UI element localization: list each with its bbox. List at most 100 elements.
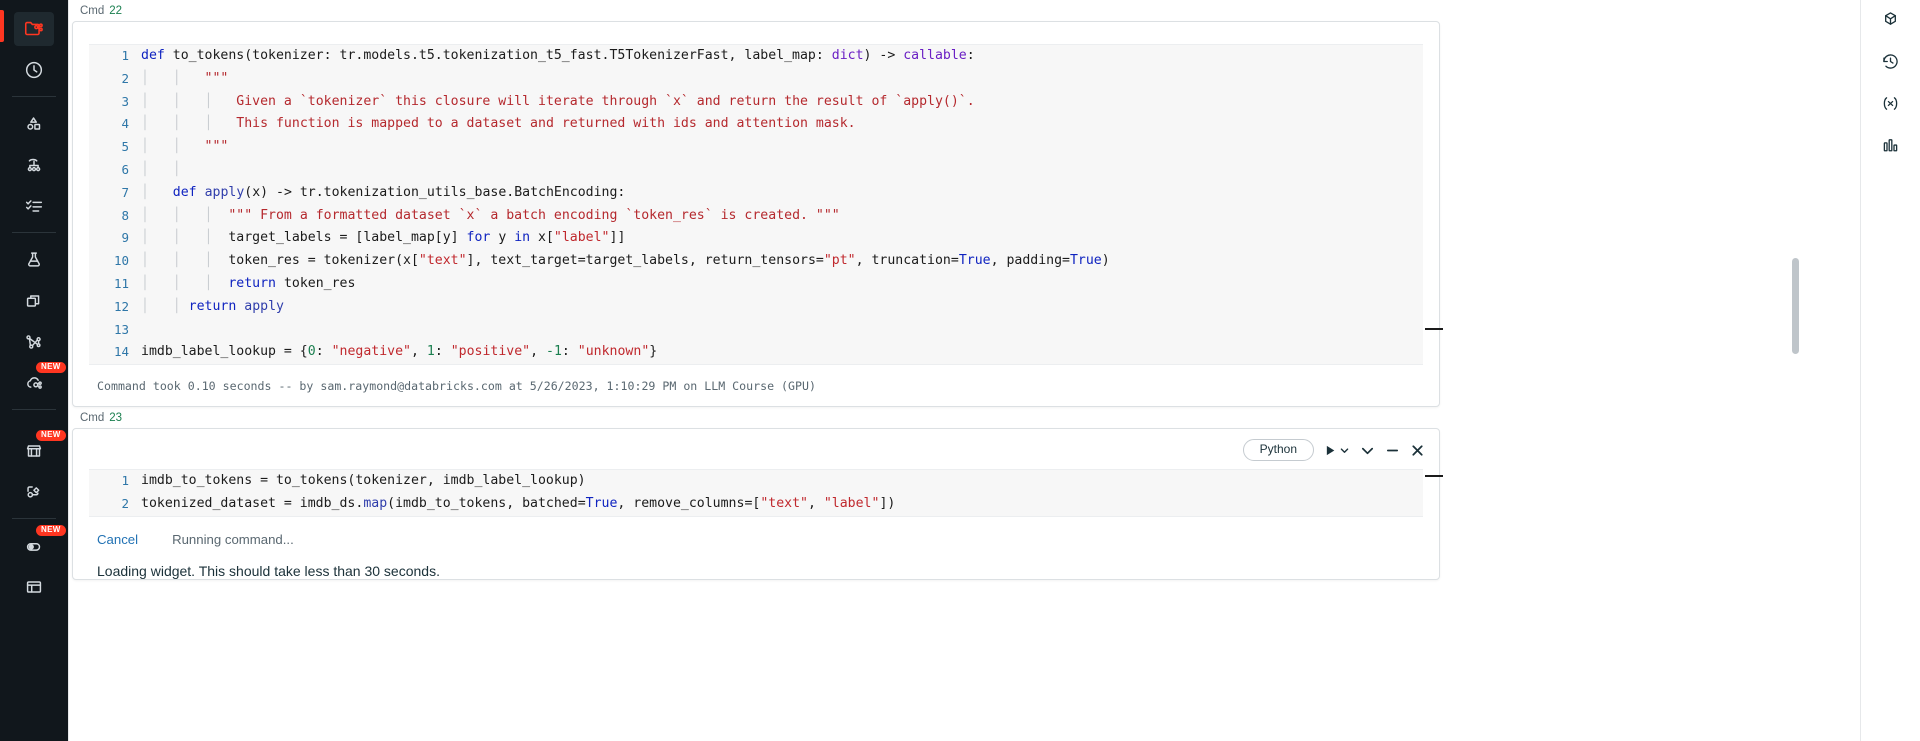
code-line: 3 │ │ │ Given a `tokenizer` this closure… bbox=[89, 91, 1423, 114]
code-editor-22[interactable]: 1 def to_tokens(tokenizer: tr.models.t5.… bbox=[89, 44, 1423, 366]
rail-item-schema-browser[interactable] bbox=[1861, 0, 1920, 42]
rail-item-revision-history[interactable] bbox=[1861, 42, 1920, 84]
sidebar-item-partner-connect[interactable] bbox=[0, 471, 68, 512]
line-number: 9 bbox=[121, 230, 129, 246]
cell-resize-grip[interactable] bbox=[1425, 328, 1443, 330]
cmd-label-text: Cmd bbox=[80, 5, 105, 17]
code-text: │ │ """ bbox=[141, 139, 229, 155]
sidebar-item-preview-toggle[interactable]: NEW bbox=[0, 525, 68, 566]
running-status-text: Running command... bbox=[172, 531, 294, 547]
run-play-icon[interactable] bbox=[1324, 441, 1337, 459]
code-line: 1 imdb_to_tokens = to_tokens(tokenizer, … bbox=[89, 470, 1423, 493]
line-number: 10 bbox=[113, 253, 129, 269]
code-line: 11 │ │ │ return token_res bbox=[89, 273, 1423, 296]
code-line: 9 │ │ │ target_labels = [label_map[y] fo… bbox=[89, 227, 1423, 250]
sql-editor-icon bbox=[23, 576, 45, 598]
code-text: imdb_label_lookup = {0: "negative", 1: "… bbox=[141, 344, 658, 360]
code-line: 1 def to_tokens(tokenizer: tr.models.t5.… bbox=[89, 45, 1423, 68]
code-line: 2 │ │ """ bbox=[89, 68, 1423, 91]
code-text: │ │ """ bbox=[141, 70, 229, 86]
vertical-scrollbar[interactable] bbox=[1792, 258, 1799, 354]
line-number: 4 bbox=[121, 116, 129, 132]
sidebar-item-workflows[interactable] bbox=[0, 144, 68, 185]
code-text: │ │ bbox=[141, 161, 181, 177]
code-line: 10 │ │ │ token_res = tokenizer(x["text"]… bbox=[89, 250, 1423, 273]
cell-header-cmd-22: Cmd 22 bbox=[68, 0, 1520, 21]
serving-cloud-icon bbox=[23, 372, 45, 394]
close-cell-icon[interactable] bbox=[1410, 441, 1425, 459]
code-line: 4 │ │ │ This function is mapped to a dat… bbox=[89, 113, 1423, 136]
sidebar-item-serving[interactable]: NEW bbox=[0, 362, 68, 403]
variable-explorer-icon bbox=[1880, 93, 1901, 117]
code-text: tokenized_dataset = imdb_ds.map(imdb_to_… bbox=[141, 495, 896, 511]
graph-network-icon bbox=[23, 331, 45, 353]
code-text: │ def apply(x) -> tr.tokenization_utils_… bbox=[141, 184, 626, 200]
line-number: 3 bbox=[121, 93, 129, 109]
code-text: def to_tokens(tokenizer: tr.models.t5.to… bbox=[141, 48, 975, 63]
line-number: 8 bbox=[121, 207, 129, 223]
cell-toolbar: Python bbox=[1242, 439, 1425, 462]
sidebar-item-experiments[interactable] bbox=[0, 239, 68, 280]
rail-item-variable-explorer[interactable] bbox=[1861, 84, 1920, 126]
line-number: 1 bbox=[121, 48, 129, 63]
code-text: │ │ │ return token_res bbox=[141, 275, 356, 291]
sidebar-item-workspace[interactable] bbox=[0, 8, 68, 49]
code-line: 8 │ │ │ """ From a formatted dataset `x`… bbox=[89, 205, 1423, 228]
right-utility-rail bbox=[1860, 0, 1920, 741]
compute-stack-icon bbox=[23, 290, 45, 312]
code-editor-23[interactable]: 1 imdb_to_tokens = to_tokens(tokenizer, … bbox=[89, 469, 1423, 517]
sidebar-item-recents[interactable] bbox=[0, 49, 68, 90]
sidebar-divider-2 bbox=[12, 232, 56, 233]
code-text: │ │ │ target_labels = [label_map[y] for … bbox=[141, 230, 626, 246]
cell-header-cmd-23: Cmd 23 bbox=[68, 407, 1520, 428]
notebook-cell-22[interactable]: 1 def to_tokens(tokenizer: tr.models.t5.… bbox=[72, 21, 1443, 408]
recents-clock-icon bbox=[23, 59, 45, 81]
cell-execution-footer: Command took 0.10 seconds -- by sam.raym… bbox=[97, 379, 816, 394]
sidebar-divider-4 bbox=[12, 518, 56, 519]
collapse-cell-chevron-icon[interactable] bbox=[1360, 441, 1375, 459]
sidebar-item-sql-editor[interactable] bbox=[0, 566, 68, 607]
line-number: 14 bbox=[113, 344, 129, 360]
notebook-cell-23[interactable]: Python 1 imdb_to_tokens = to_tokens(toke… bbox=[72, 428, 1443, 580]
sidebar-item-tasks[interactable] bbox=[0, 185, 68, 226]
line-number: 11 bbox=[113, 275, 129, 291]
widget-loading-message: Loading widget. This should take less th… bbox=[97, 562, 440, 579]
line-number: 5 bbox=[121, 139, 129, 155]
code-text: │ │ │ Given a `tokenizer` this closure w… bbox=[141, 93, 975, 109]
catalog-shapes-icon bbox=[23, 113, 45, 135]
sidebar-divider-1 bbox=[12, 96, 56, 97]
chevron-down-icon[interactable] bbox=[1339, 441, 1350, 459]
cmd-label-text: Cmd bbox=[80, 412, 105, 425]
language-selector-python[interactable]: Python bbox=[1242, 439, 1314, 462]
databricks-notebook-window: NEW NEW NEW Cmd 22 1 def to_tokens(token… bbox=[0, 0, 1920, 741]
run-cell-button-group[interactable] bbox=[1324, 441, 1350, 459]
sidebar-main-divider bbox=[68, 0, 69, 741]
new-badge: NEW bbox=[36, 430, 66, 441]
sidebar-item-catalog[interactable] bbox=[0, 103, 68, 144]
code-line: 2 tokenized_dataset = imdb_ds.map(imdb_t… bbox=[89, 493, 1423, 516]
minimize-cell-icon[interactable] bbox=[1385, 441, 1400, 459]
cancel-button[interactable]: Cancel bbox=[97, 532, 138, 547]
rail-item-mlflow-experiment[interactable] bbox=[1861, 126, 1920, 168]
code-text: │ │ │ """ From a formatted dataset `x` a… bbox=[141, 207, 840, 223]
new-badge: NEW bbox=[36, 525, 66, 536]
line-number: 13 bbox=[113, 321, 129, 337]
code-text: │ │ return apply bbox=[141, 298, 284, 314]
cell-resize-grip[interactable] bbox=[1425, 475, 1443, 478]
schema-browser-icon bbox=[1880, 9, 1901, 33]
sidebar-item-compute[interactable] bbox=[0, 280, 68, 321]
sidebar-item-marketplace[interactable]: NEW bbox=[0, 430, 68, 471]
code-text: │ │ │ This function is mapped to a datas… bbox=[141, 116, 856, 132]
line-number: 1 bbox=[121, 473, 129, 489]
code-line: 12 │ │ return apply bbox=[89, 296, 1423, 319]
line-number: 12 bbox=[113, 298, 129, 314]
code-line: 5 │ │ """ bbox=[89, 136, 1423, 159]
cmd-number: 23 bbox=[109, 412, 123, 425]
new-badge: NEW bbox=[36, 362, 66, 373]
workflows-icon bbox=[23, 154, 45, 176]
sidebar-item-graph[interactable] bbox=[0, 321, 68, 362]
workspace-icon bbox=[23, 18, 45, 40]
notebook-scroll-container[interactable]: Cmd 22 1 def to_tokens(tokenizer: tr.mode… bbox=[68, 0, 1520, 741]
sidebar-divider-3 bbox=[12, 409, 56, 410]
left-navigation-sidebar: NEW NEW NEW bbox=[0, 0, 68, 741]
